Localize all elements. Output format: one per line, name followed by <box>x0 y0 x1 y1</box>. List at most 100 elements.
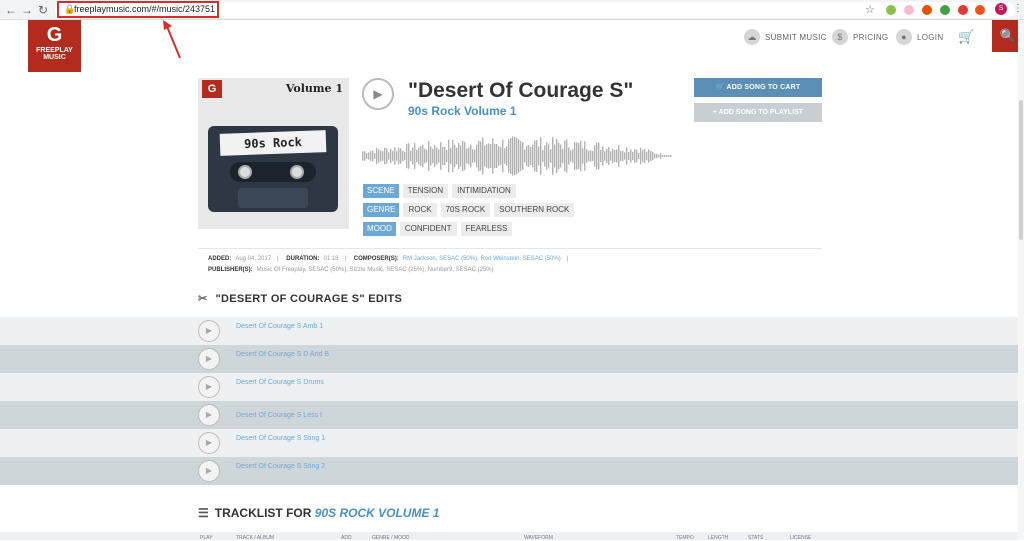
extension-icon[interactable] <box>958 5 968 15</box>
browser-toolbar: ← → ↻ 🔒 freeplaymusic.com/#/music/243751… <box>0 0 1024 20</box>
waveform-bar <box>450 147 452 165</box>
edit-name-link[interactable]: Desert Of Courage S Less I <box>236 411 331 420</box>
waveform-bar <box>442 146 444 166</box>
edit-name-link[interactable]: Desert Of Courage S Sting 1 <box>236 434 331 443</box>
waveform-bar <box>498 146 500 166</box>
waveform-bar <box>546 142 548 170</box>
scrollbar-thumb[interactable] <box>1019 100 1023 240</box>
waveform-bar <box>412 147 414 165</box>
add-to-playlist-label: + ADD SONG TO PLAYLIST <box>712 109 804 116</box>
nav-submit-music[interactable]: ☁ SUBMIT MUSIC <box>744 28 827 46</box>
waveform-bar <box>534 140 536 172</box>
nav-pricing[interactable]: $ PRICING <box>832 28 888 46</box>
tag[interactable]: SOUTHERN ROCK <box>494 203 575 217</box>
edit-name-link[interactable]: Desert Of Courage S Drums <box>236 378 331 387</box>
waveform-bar <box>580 140 582 172</box>
play-button[interactable]: ▶ <box>198 404 220 426</box>
divider <box>198 248 822 249</box>
edit-name-link[interactable]: Desert Of Courage S Sting 2 <box>236 462 331 471</box>
dollar-icon: $ <box>832 29 848 45</box>
waveform-bar <box>658 154 660 158</box>
play-button[interactable]: ▶ <box>362 78 394 110</box>
tag[interactable]: CONFIDENT <box>399 222 457 236</box>
waveform-bar <box>664 155 666 157</box>
waveform-bar <box>376 147 378 165</box>
waveform-bar <box>410 150 412 162</box>
nav-label: SUBMIT MUSIC <box>765 32 827 42</box>
waveform-bar <box>592 151 594 161</box>
extension-icon[interactable] <box>904 5 914 15</box>
play-button[interactable]: ▶ <box>198 348 220 370</box>
extension-icon[interactable] <box>922 5 932 15</box>
waveform-bar <box>636 149 638 163</box>
waveform-bar <box>530 147 532 165</box>
bookmark-star-icon[interactable]: ☆ <box>865 3 875 16</box>
add-song-to-cart-button[interactable]: 🛒 ADD SONG TO CART <box>694 78 822 97</box>
play-button[interactable]: ▶ <box>198 432 220 454</box>
cassette-reel <box>238 165 252 179</box>
tag[interactable]: 70S ROCK <box>440 203 491 217</box>
back-icon[interactable]: ← <box>4 3 18 17</box>
waveform[interactable] <box>362 136 682 176</box>
extension-icon[interactable] <box>886 5 896 15</box>
add-song-to-playlist-button[interactable]: + ADD SONG TO PLAYLIST <box>694 103 822 122</box>
waveform-bar <box>578 143 580 169</box>
waveform-bar <box>650 150 652 162</box>
album-link[interactable]: 90s Rock Volume 1 <box>408 104 517 118</box>
waveform-bar <box>494 143 496 169</box>
waveform-bar <box>548 144 550 168</box>
edit-row: ▶ Desert Of Courage S Amb 1 <box>0 317 1024 345</box>
waveform-bar <box>538 146 540 166</box>
reload-icon[interactable]: ↻ <box>36 3 50 17</box>
play-button[interactable]: ▶ <box>198 460 220 482</box>
cart-icon[interactable]: 🛒 <box>958 29 974 45</box>
tag[interactable]: INTIMIDATION <box>452 184 516 198</box>
composers-label: COMPOSER(S): <box>353 256 399 262</box>
waveform-bar <box>554 144 556 168</box>
waveform-bar <box>380 150 382 162</box>
waveform-bar <box>606 148 608 164</box>
waveform-bar <box>372 150 374 162</box>
nav-login[interactable]: ● LOGIN <box>896 28 943 46</box>
extension-icon[interactable] <box>940 5 950 15</box>
waveform-bar <box>556 139 558 173</box>
waveform-bar <box>464 142 466 170</box>
site-logo[interactable]: G FREEPLAY MUSIC <box>28 20 81 72</box>
waveform-bar <box>582 148 584 164</box>
edit-name-link[interactable]: Desert Of Courage S Amb 1 <box>236 322 331 331</box>
waveform-bar <box>476 144 478 168</box>
forward-icon[interactable]: → <box>20 3 34 17</box>
play-button[interactable]: ▶ <box>198 376 220 398</box>
composers-value[interactable]: RM Jackson, SESAC (50%), Rod Weinstein, … <box>403 256 561 262</box>
column-header: WAVEFORM <box>524 535 553 541</box>
waveform-bar <box>634 149 636 163</box>
album-logo-icon: G <box>202 80 222 98</box>
edit-name-link[interactable]: Desert Of Courage S D And B <box>236 350 331 359</box>
waveform-bar <box>440 142 442 170</box>
tracklist-album-link[interactable]: 90S ROCK VOLUME 1 <box>315 506 440 520</box>
waveform-bar <box>396 151 398 161</box>
logo-text-line1: FREEPLAY <box>36 47 73 54</box>
waveform-bar <box>420 146 422 166</box>
page-scrollbar[interactable] <box>1018 20 1024 540</box>
tracklist-heading: ☰ TRACKLIST FOR 90S ROCK VOLUME 1 <box>198 506 439 520</box>
waveform-bar <box>390 149 392 163</box>
waveform-bar <box>616 149 618 163</box>
tag[interactable]: ROCK <box>403 203 437 217</box>
profile-avatar[interactable]: S <box>995 3 1007 15</box>
waveform-bar <box>594 145 596 167</box>
waveform-bar <box>488 143 490 169</box>
waveform-bar <box>654 153 656 159</box>
edits-heading: ✂ "DESERT OF COURAGE S" EDITS <box>198 292 402 305</box>
tag[interactable]: FEARLESS <box>460 222 513 236</box>
waveform-bar <box>362 151 364 161</box>
waveform-bar <box>610 151 612 161</box>
waveform-bar <box>398 147 400 165</box>
play-button[interactable]: ▶ <box>198 320 220 342</box>
waveform-bar <box>414 142 416 170</box>
tag[interactable]: TENSION <box>402 184 449 198</box>
extension-icon[interactable] <box>975 5 985 15</box>
waveform-bar <box>364 150 366 162</box>
waveform-bar <box>628 151 630 161</box>
browser-menu-icon[interactable]: ⋮ <box>1013 3 1023 14</box>
